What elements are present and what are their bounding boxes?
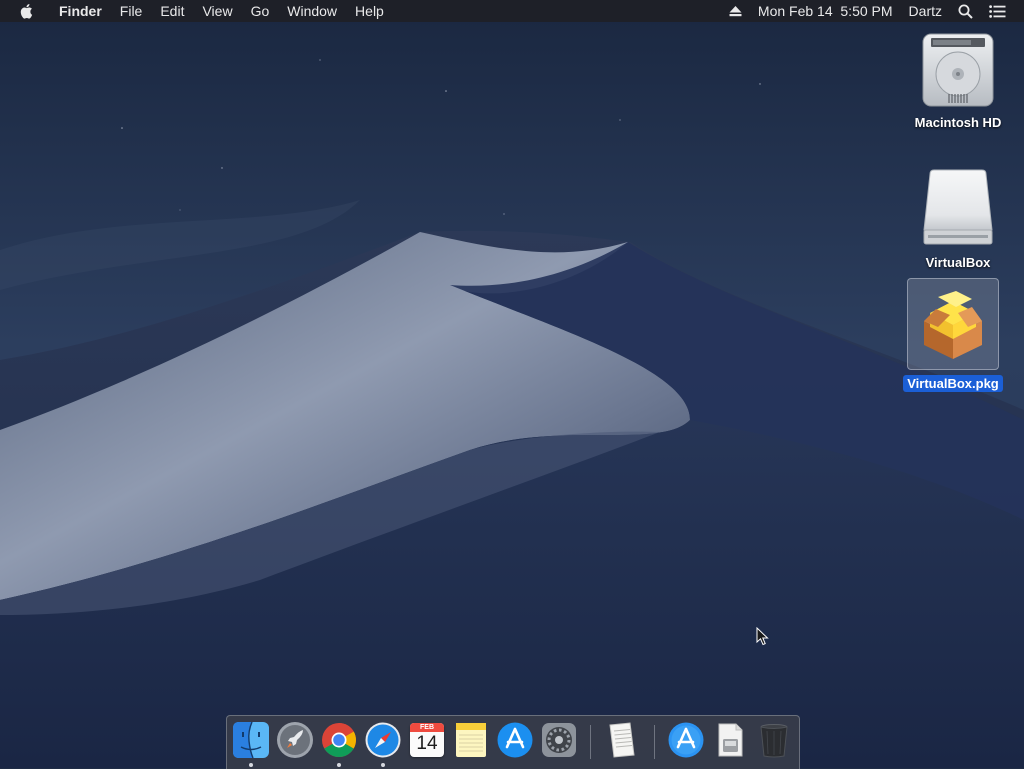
calendar-month: FEB	[410, 723, 444, 732]
menu-file[interactable]: File	[111, 0, 152, 22]
google-chrome-icon[interactable]	[320, 721, 358, 759]
menubar-clock[interactable]: Mon Feb 14 5:50 PM	[750, 0, 901, 22]
textedit-document-icon[interactable]	[603, 721, 641, 759]
finder-icon[interactable]	[232, 721, 270, 759]
notes-icon[interactable]	[452, 721, 490, 759]
spotlight-search-icon[interactable]	[950, 4, 981, 19]
notification-center-icon[interactable]	[981, 4, 1014, 18]
dock: FEB 14	[226, 715, 800, 769]
running-indicator	[249, 763, 253, 767]
package-icon	[924, 291, 982, 359]
desktop-icon-label: VirtualBox.pkg	[903, 375, 1003, 392]
mounted-disk-icon	[923, 169, 993, 245]
dock-separator	[590, 725, 591, 759]
launchpad-icon[interactable]	[276, 721, 314, 759]
desktop-icon-virtualbox-volume[interactable]: VirtualBox	[903, 168, 1013, 270]
desktop-icon-virtualbox-pkg[interactable]: VirtualBox.pkg	[898, 276, 1008, 393]
menu-edit[interactable]: Edit	[151, 0, 193, 22]
mouse-pointer-icon	[756, 627, 769, 646]
eject-icon[interactable]	[721, 5, 750, 17]
desktop-wallpaper	[0, 0, 1024, 768]
trash-icon[interactable]	[755, 721, 793, 759]
hard-drive-icon	[922, 33, 994, 107]
safari-icon[interactable]	[364, 721, 402, 759]
menu-window[interactable]: Window	[278, 0, 346, 22]
menu-help[interactable]: Help	[346, 0, 393, 22]
menu-go[interactable]: Go	[242, 0, 279, 22]
desktop-icon-label: VirtualBox	[925, 255, 991, 270]
dock-separator	[654, 725, 655, 759]
calendar-day: 14	[416, 733, 438, 754]
apple-menu-icon[interactable]	[20, 3, 36, 19]
app-store-icon[interactable]	[496, 721, 534, 759]
menu-bar: Finder File Edit View Go Window Help Mon…	[0, 0, 1024, 22]
menu-view[interactable]: View	[193, 0, 241, 22]
app-menu-finder[interactable]: Finder	[50, 0, 111, 22]
downloads-stack-icon[interactable]	[711, 721, 749, 759]
running-indicator	[337, 763, 341, 767]
calendar-icon[interactable]: FEB 14	[408, 721, 446, 759]
applications-folder-icon[interactable]	[667, 721, 705, 759]
running-indicator	[381, 763, 385, 767]
system-preferences-icon[interactable]	[540, 721, 578, 759]
menubar-user[interactable]: Dartz	[901, 0, 950, 22]
desktop-icon-macintosh-hd[interactable]: Macintosh HD	[903, 30, 1013, 130]
desktop-icon-label: Macintosh HD	[914, 115, 1002, 130]
selection-highlight	[907, 278, 999, 370]
